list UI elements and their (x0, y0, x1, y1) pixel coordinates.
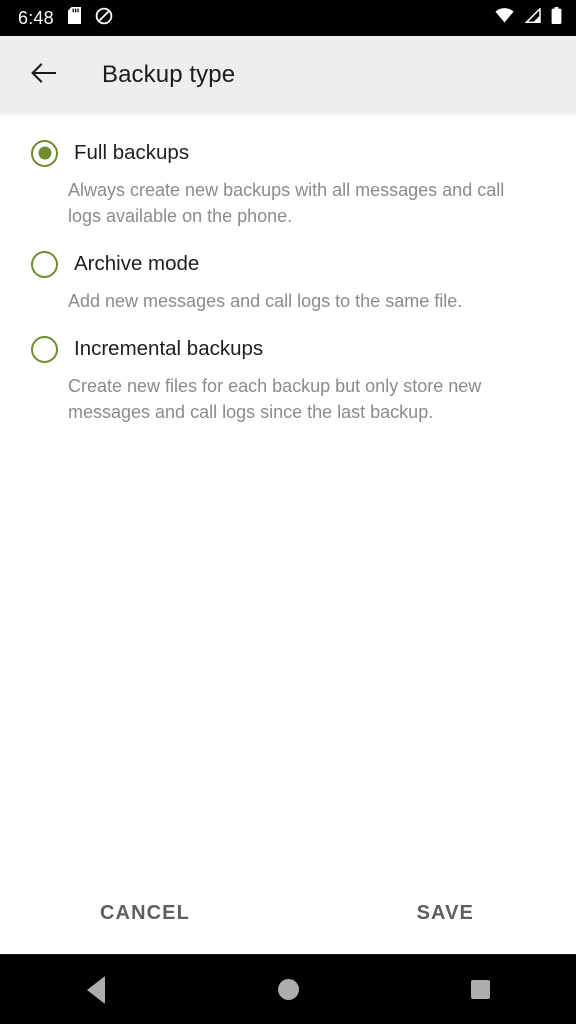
nav-recents-button[interactable] (432, 955, 528, 1024)
status-bar-left: 6:48 (18, 7, 113, 30)
save-button[interactable]: SAVE (413, 892, 478, 935)
option-label: Incremental backups (74, 336, 264, 360)
status-bar-right (495, 7, 562, 29)
nav-home-icon (277, 979, 299, 1000)
nav-recents-icon (470, 980, 490, 999)
options-list: Full backups Always create new backups w… (0, 113, 576, 872)
wifi-icon (495, 8, 514, 28)
nav-back-button[interactable] (48, 955, 144, 1024)
back-button[interactable] (24, 55, 64, 95)
status-clock: 6:48 (18, 8, 54, 28)
cellular-signal-icon (524, 7, 541, 28)
radio-button-full-backups[interactable] (31, 139, 58, 167)
option-full-backups[interactable]: Full backups Always create new backups w… (0, 138, 576, 229)
arrow-back-icon (31, 63, 57, 86)
battery-icon (551, 7, 562, 29)
option-label: Full backups (74, 140, 190, 164)
action-bar: CANCEL SAVE (0, 872, 576, 954)
option-archive-mode[interactable]: Archive mode Add new messages and call l… (0, 249, 576, 314)
sd-card-icon (67, 7, 81, 29)
option-description: Create new files for each backup but onl… (68, 376, 482, 422)
option-description: Always create new backups with all messa… (68, 180, 505, 226)
do-not-disturb-icon (95, 7, 113, 30)
page-title: Backup type (102, 60, 236, 88)
cancel-button[interactable]: CANCEL (96, 892, 194, 935)
android-navigation-bar (0, 954, 576, 1024)
phone-screen: 6:48 Backup type Full backups Always cre… (0, 0, 576, 1024)
app-bar: Backup type (0, 36, 576, 118)
option-row[interactable]: Incremental backups (0, 334, 552, 364)
radio-button-archive-mode[interactable] (31, 250, 58, 278)
option-label: Archive mode (74, 251, 200, 275)
nav-back-icon (87, 975, 105, 1004)
option-incremental-backups[interactable]: Incremental backups Create new files for… (0, 334, 576, 425)
nav-home-button[interactable] (240, 955, 336, 1024)
option-row[interactable]: Archive mode (0, 249, 552, 279)
status-bar: 6:48 (0, 0, 576, 36)
option-description: Add new messages and call logs to the sa… (68, 291, 463, 311)
option-row[interactable]: Full backups (0, 138, 552, 168)
radio-button-incremental-backups[interactable] (31, 335, 58, 363)
